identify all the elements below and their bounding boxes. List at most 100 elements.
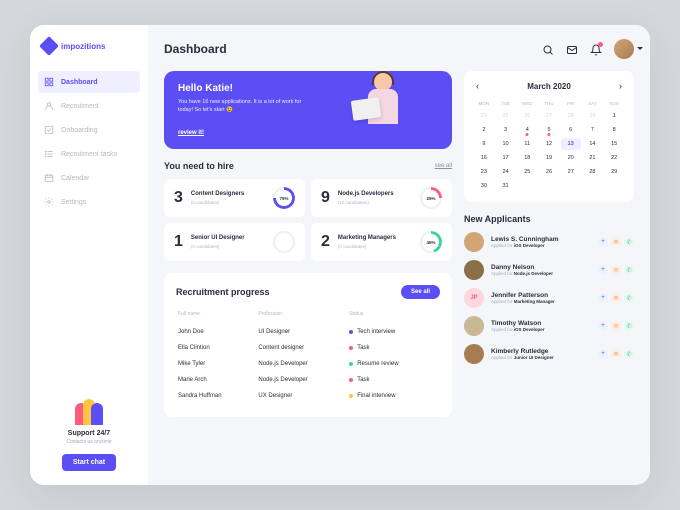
hire-card[interactable]: 3Content Designers(5 candidates)75% xyxy=(164,179,305,217)
calendar-day[interactable]: 31 xyxy=(496,180,516,192)
table-row[interactable]: Marie ArchNode.js DeveloperTask xyxy=(178,373,438,387)
calendar-day[interactable]: 24 xyxy=(474,110,494,122)
hire-card[interactable]: 1Senior UI Designer(0 candidates) xyxy=(164,223,305,261)
mail-icon[interactable] xyxy=(566,43,578,55)
phone-icon[interactable]: ✆ xyxy=(624,265,634,275)
applicant-row[interactable]: Kimberly RutledgeApplied for Junior UI D… xyxy=(464,344,634,364)
hire-card[interactable]: 9Node.js Developers(12 candidates)25% xyxy=(311,179,452,217)
applicant-row[interactable]: Lewis S. CunninghamApplied for iOS Devel… xyxy=(464,232,634,252)
user-plus-icon[interactable]: + xyxy=(598,321,608,331)
applicant-row[interactable]: JPJennifer PattersonApplied for Marketin… xyxy=(464,288,634,308)
calendar-prev-button[interactable]: ‹ xyxy=(474,81,481,91)
calendar-day[interactable]: 21 xyxy=(583,152,603,164)
nav-label: Onboarding xyxy=(61,127,98,134)
calendar-day[interactable]: 27 xyxy=(539,110,559,122)
calendar-day[interactable]: 25 xyxy=(517,166,537,178)
calendar-day[interactable]: 14 xyxy=(583,138,603,150)
mail-icon[interactable]: ✉ xyxy=(611,321,621,331)
user-plus-icon[interactable]: + xyxy=(598,265,608,275)
calendar-day[interactable]: 20 xyxy=(561,152,581,164)
calendar-day[interactable]: 24 xyxy=(496,166,516,178)
cell-profession: Node.js Developer xyxy=(258,373,347,387)
calendar-day[interactable]: 26 xyxy=(517,110,537,122)
applicant-row[interactable]: Danny NelsonApplied for Node.js Develope… xyxy=(464,260,634,280)
start-chat-button[interactable]: Start chat xyxy=(62,454,116,471)
calendar-day[interactable]: 10 xyxy=(496,138,516,150)
calendar-day[interactable]: 16 xyxy=(474,152,494,164)
applicant-actions: +✉✆ xyxy=(598,265,634,275)
calendar-day[interactable]: 13 xyxy=(561,138,581,150)
calendar-day[interactable]: 18 xyxy=(517,152,537,164)
logo[interactable]: impozitions xyxy=(30,39,148,53)
calendar-day[interactable]: 11 xyxy=(517,138,537,150)
calendar-day[interactable]: 30 xyxy=(474,180,494,192)
applicants-title: New Applicants xyxy=(464,214,634,224)
table-row[interactable]: Sandra HuffmanUX DesignerFinal interview xyxy=(178,389,438,403)
phone-icon[interactable]: ✆ xyxy=(624,293,634,303)
user-avatar[interactable] xyxy=(614,39,634,59)
calendar-card: ‹ March 2020 › MONTUEWEDTHUFRISATSUN2425… xyxy=(464,71,634,202)
hire-role: Marketing Managers xyxy=(338,235,412,242)
calendar-day[interactable]: 25 xyxy=(496,110,516,122)
calendar-day[interactable]: 17 xyxy=(496,152,516,164)
hero-review-link[interactable]: review it! xyxy=(178,130,204,136)
calendar-day[interactable]: 26 xyxy=(539,166,559,178)
mail-icon[interactable]: ✉ xyxy=(611,265,621,275)
calendar-day[interactable]: 2 xyxy=(474,124,494,136)
user-plus-icon[interactable]: + xyxy=(598,349,608,359)
hire-card[interactable]: 2Marketing Managers(3 candidates)45% xyxy=(311,223,452,261)
applicant-row[interactable]: Timothy WatsonApplied for iOS Developer+… xyxy=(464,316,634,336)
calendar-day[interactable]: 19 xyxy=(539,152,559,164)
mail-icon[interactable]: ✉ xyxy=(611,349,621,359)
calendar-day[interactable]: 22 xyxy=(604,152,624,164)
progress-see-all-button[interactable]: See all xyxy=(401,285,440,299)
calendar-day[interactable]: 23 xyxy=(474,166,494,178)
nav-item-settings[interactable]: Settings xyxy=(38,191,140,213)
mail-icon[interactable]: ✉ xyxy=(611,237,621,247)
nav-item-dashboard[interactable]: Dashboard xyxy=(38,71,140,93)
phone-icon[interactable]: ✆ xyxy=(624,237,634,247)
user-plus-icon[interactable]: + xyxy=(598,237,608,247)
calendar-day[interactable]: 3 xyxy=(496,124,516,136)
support-title: Support 24/7 xyxy=(40,430,138,437)
nav-item-onboarding[interactable]: Onboarding xyxy=(38,119,140,141)
search-icon[interactable] xyxy=(542,43,554,55)
user-plus-icon[interactable]: + xyxy=(598,293,608,303)
calendar-day[interactable]: 9 xyxy=(474,138,494,150)
phone-icon[interactable]: ✆ xyxy=(624,349,634,359)
nav-item-recruitment[interactable]: Recruitment xyxy=(38,95,140,117)
phone-icon[interactable]: ✆ xyxy=(624,321,634,331)
nav-item-calendar[interactable]: Calendar xyxy=(38,167,140,189)
calendar-day[interactable]: 28 xyxy=(583,166,603,178)
calendar-next-button[interactable]: › xyxy=(617,81,624,91)
applicant-avatar: JP xyxy=(464,288,484,308)
cell-profession: Content designer xyxy=(258,341,347,355)
calendar-day[interactable]: 1 xyxy=(604,110,624,122)
calendar-day[interactable]: 27 xyxy=(561,166,581,178)
progress-table: Full nameProfessionStatus John DoeUI Des… xyxy=(176,309,440,405)
calendar-day[interactable]: 29 xyxy=(604,166,624,178)
nav-label: Recruitment tasks xyxy=(61,151,117,158)
calendar-day[interactable]: 15 xyxy=(604,138,624,150)
applicant-avatar xyxy=(464,260,484,280)
calendar-day[interactable]: 6 xyxy=(561,124,581,136)
table-row[interactable]: Ella ClintionContent designerTask xyxy=(178,341,438,355)
hire-see-all-link[interactable]: see all xyxy=(435,163,452,169)
nav-item-recruitment-tasks[interactable]: Recruitment tasks xyxy=(38,143,140,165)
support-subtitle: Contacts us anytime xyxy=(40,439,138,445)
calendar-day[interactable]: 4 xyxy=(517,124,537,136)
grid-icon xyxy=(44,77,54,87)
calendar-day[interactable]: 5 xyxy=(539,124,559,136)
table-row[interactable]: John DoeUI DesignerTech interview xyxy=(178,325,438,339)
mail-icon[interactable]: ✉ xyxy=(611,293,621,303)
calendar-day[interactable]: 28 xyxy=(561,110,581,122)
calendar-day[interactable]: 8 xyxy=(604,124,624,136)
calendar-day[interactable]: 12 xyxy=(539,138,559,150)
page-title: Dashboard xyxy=(164,42,227,56)
calendar-day[interactable]: 7 xyxy=(583,124,603,136)
column-header: Profession xyxy=(258,311,347,323)
table-row[interactable]: Mike TylerNode.js DeveloperResume review xyxy=(178,357,438,371)
calendar-day[interactable]: 29 xyxy=(583,110,603,122)
bell-icon[interactable] xyxy=(590,43,602,55)
applicant-avatar xyxy=(464,344,484,364)
